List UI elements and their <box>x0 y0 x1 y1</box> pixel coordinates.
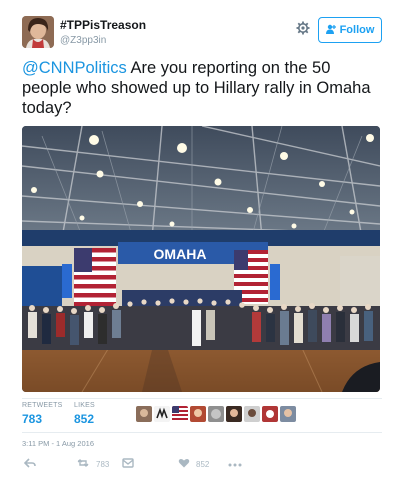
like-button[interactable]: 852 <box>178 458 209 471</box>
retweet-icon <box>76 458 90 471</box>
dm-button[interactable] <box>122 458 134 471</box>
reply-icon <box>23 458 36 471</box>
retweets-count: 783 <box>22 412 43 426</box>
heart-icon <box>178 458 190 471</box>
follow-button[interactable]: Follow <box>318 17 382 43</box>
liker-avatar[interactable] <box>154 406 170 422</box>
add-user-icon <box>325 24 336 37</box>
divider-bottom <box>22 432 382 433</box>
engagement-stats: RETWEETS 783 LIKES 852 <box>22 398 382 432</box>
follow-label: Follow <box>339 24 375 36</box>
like-count: 852 <box>196 460 210 469</box>
avatar[interactable] <box>22 16 54 48</box>
more-button[interactable] <box>228 458 242 470</box>
liker-avatar[interactable] <box>262 406 278 422</box>
retweet-button[interactable]: 783 <box>76 458 109 471</box>
us-flag-left <box>74 248 116 306</box>
likes-label: LIKES <box>74 402 95 409</box>
reply-button[interactable] <box>23 458 36 471</box>
tweet-photo[interactable]: OMAHA <box>22 126 380 392</box>
likes-count: 852 <box>74 412 95 426</box>
liker-avatar[interactable] <box>172 406 188 422</box>
liker-avatar[interactable] <box>208 406 224 422</box>
tweet-text: @CNNPolitics Are you reporting on the 50… <box>22 58 382 118</box>
liker-avatar[interactable] <box>280 406 296 422</box>
retweets-stat[interactable]: RETWEETS 783 <box>22 402 63 426</box>
tweet-timestamp[interactable]: 3:11 PM - 1 Aug 2016 <box>22 439 94 448</box>
envelope-icon <box>122 458 134 471</box>
tweet-card: #TPPisTreason @Z3pp3in Follow @CNNPoliti… <box>0 0 404 480</box>
liker-avatars <box>136 406 296 424</box>
liker-avatar[interactable] <box>190 406 206 422</box>
liker-avatar[interactable] <box>136 406 152 422</box>
retweet-count: 783 <box>96 460 110 469</box>
gear-icon[interactable] <box>296 21 310 35</box>
display-name[interactable]: #TPPisTreason <box>60 18 146 32</box>
user-handle[interactable]: @Z3pp3in <box>60 35 106 46</box>
tweet-actions: 783 852 <box>22 458 382 474</box>
more-icon <box>228 458 242 470</box>
liker-avatar[interactable] <box>226 406 242 422</box>
liker-avatar[interactable] <box>244 406 260 422</box>
rally-photo: OMAHA <box>22 126 380 392</box>
likes-stat[interactable]: LIKES 852 <box>74 402 95 426</box>
omaha-banner: OMAHA <box>154 246 207 262</box>
retweets-label: RETWEETS <box>22 402 63 409</box>
mention-link[interactable]: @CNNPolitics <box>22 59 127 77</box>
tweet-header: #TPPisTreason @Z3pp3in Follow <box>22 16 384 50</box>
